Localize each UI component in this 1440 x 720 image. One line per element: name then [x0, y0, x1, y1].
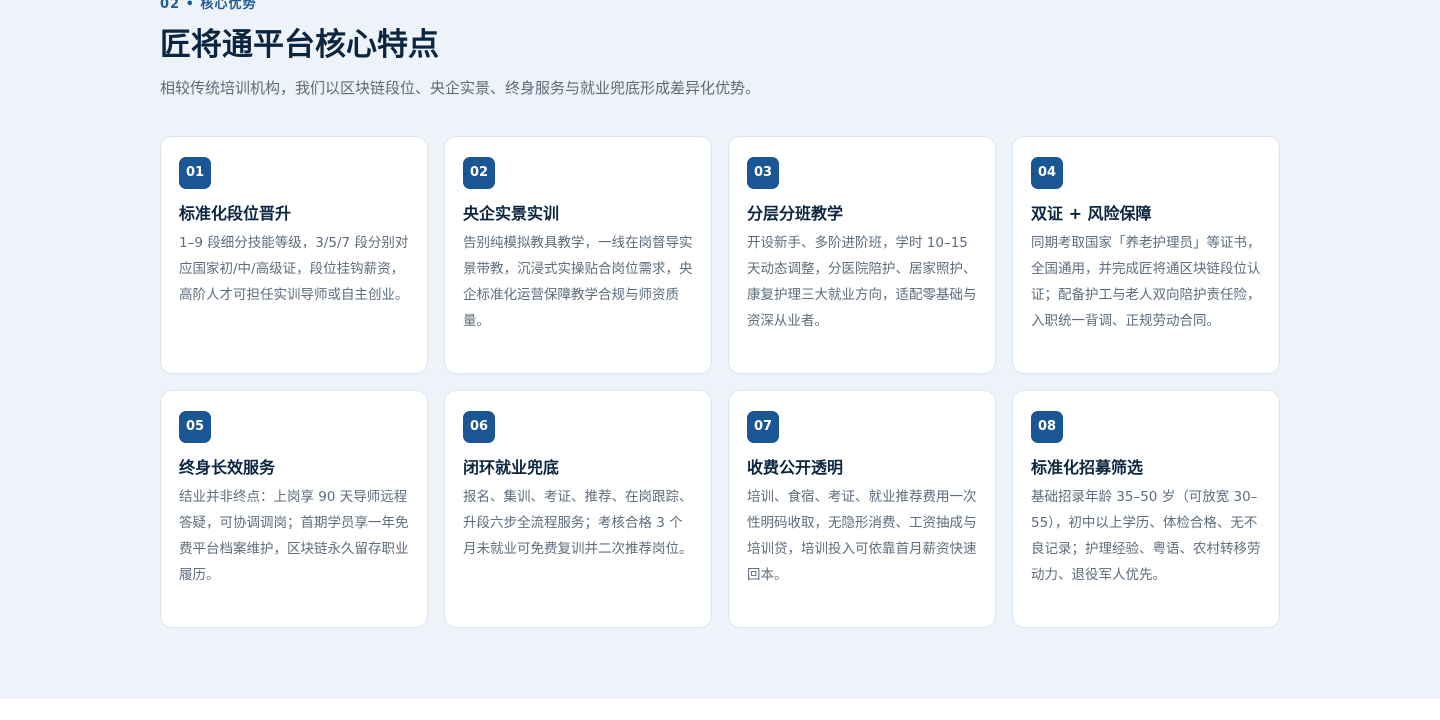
- card-title: 闭环就业兜底: [463, 458, 560, 477]
- card-number-badge: 01: [179, 157, 211, 189]
- card-title: 央企实景实训: [463, 204, 560, 223]
- feature-card: 08 标准化招募筛选 基础招录年龄 35–50 岁（可放宽 30–55），初中以…: [1012, 390, 1280, 628]
- card-number-badge: 05: [179, 411, 211, 443]
- feature-card: 04 双证 + 风险保障 同期考取国家「养老护理员」等证书，全国通用，并完成匠将…: [1012, 136, 1280, 374]
- card-title: 标准化段位晋升: [179, 204, 292, 223]
- feature-card-grid: 01 标准化段位晋升 1–9 段细分技能等级，3/5/7 段分别对应国家初/中/…: [160, 136, 1280, 628]
- feature-card: 06 闭环就业兜底 报名、集训、考证、推荐、在岗跟踪、升段六步全流程服务；考核合…: [444, 390, 712, 628]
- card-description: 培训、食宿、考证、就业推荐费用一次性明码收取，无隐形消费、工资抽成与培训贷，培训…: [747, 489, 977, 583]
- card-description: 结业并非终点：上岗享 90 天导师远程答疑，可协调调岗；首期学员享一年免费平台档…: [179, 489, 409, 583]
- card-description: 基础招录年龄 35–50 岁（可放宽 30–55），初中以上学历、体检合格、无不…: [1031, 489, 1261, 583]
- feature-card: 02 央企实景实训 告别纯模拟教具教学，一线在岗督导实景带教，沉浸式实操贴合岗位…: [444, 136, 712, 374]
- card-title: 分层分班教学: [747, 204, 844, 223]
- card-title: 收费公开透明: [747, 458, 844, 477]
- section-eyebrow: 02 • 核心优势: [160, 0, 257, 12]
- card-description: 1–9 段细分技能等级，3/5/7 段分别对应国家初/中/高级证，段位挂钩薪资，…: [179, 235, 409, 303]
- card-number-badge: 06: [463, 411, 495, 443]
- card-number-badge: 08: [1031, 411, 1063, 443]
- core-features-section: 02 • 核心优势 匠将通平台核心特点 相较传统培训机构，我们以区块链段位、央企…: [0, 0, 1440, 699]
- card-number-badge: 03: [747, 157, 779, 189]
- card-number-badge: 04: [1031, 157, 1063, 189]
- card-description: 同期考取国家「养老护理员」等证书，全国通用，并完成匠将通区块链段位认证；配备护工…: [1031, 235, 1261, 329]
- feature-card: 05 终身长效服务 结业并非终点：上岗享 90 天导师远程答疑，可协调调岗；首期…: [160, 390, 428, 628]
- feature-card: 01 标准化段位晋升 1–9 段细分技能等级，3/5/7 段分别对应国家初/中/…: [160, 136, 428, 374]
- feature-card: 07 收费公开透明 培训、食宿、考证、就业推荐费用一次性明码收取，无隐形消费、工…: [728, 390, 996, 628]
- card-description: 开设新手、多阶进阶班，学时 10–15 天动态调整，分医院陪护、居家照护、康复护…: [747, 235, 977, 329]
- card-description: 报名、集训、考证、推荐、在岗跟踪、升段六步全流程服务；考核合格 3 个月未就业可…: [463, 489, 693, 557]
- feature-card: 03 分层分班教学 开设新手、多阶进阶班，学时 10–15 天动态调整，分医院陪…: [728, 136, 996, 374]
- section-subtitle: 相较传统培训机构，我们以区块链段位、央企实景、终身服务与就业兜底形成差异化优势。: [160, 79, 761, 97]
- card-title: 终身长效服务: [179, 458, 276, 477]
- card-description: 告别纯模拟教具教学，一线在岗督导实景带教，沉浸式实操贴合岗位需求，央企标准化运营…: [463, 235, 693, 329]
- card-title: 双证 + 风险保障: [1031, 204, 1152, 223]
- card-title: 标准化招募筛选: [1031, 458, 1144, 477]
- card-number-badge: 07: [747, 411, 779, 443]
- section-title: 匠将通平台核心特点: [160, 27, 439, 63]
- card-number-badge: 02: [463, 157, 495, 189]
